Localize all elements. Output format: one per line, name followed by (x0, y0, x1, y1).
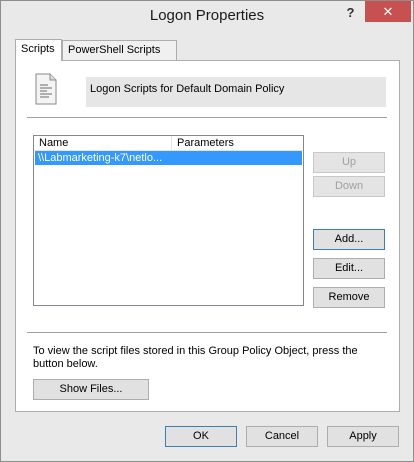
help-button[interactable]: ? (336, 2, 365, 24)
scripts-tab-panel: Logon Scripts for Default Domain Policy … (15, 60, 400, 412)
apply-button[interactable]: Apply (327, 426, 399, 447)
cancel-button[interactable]: Cancel (246, 426, 318, 447)
show-files-note: To view the script files stored in this … (33, 345, 358, 370)
ok-button[interactable]: OK (165, 426, 237, 447)
remove-button[interactable]: Remove (313, 287, 385, 308)
column-header-parameters[interactable]: Parameters (172, 136, 303, 150)
show-files-button[interactable]: Show Files... (33, 379, 149, 400)
up-button[interactable]: Up (313, 152, 385, 173)
row-name: \\Labmarketing-k7\netlo... (38, 152, 163, 164)
add-button[interactable]: Add... (313, 229, 385, 250)
logon-properties-dialog: Logon Properties ? ✕ Scripts PowerShell … (0, 0, 414, 462)
down-button[interactable]: Down (313, 176, 385, 197)
tab-scripts[interactable]: Scripts (15, 39, 62, 61)
list-header: Name Parameters (34, 136, 303, 151)
close-icon: ✕ (382, 4, 394, 19)
edit-button[interactable]: Edit... (313, 258, 385, 279)
close-button[interactable]: ✕ (365, 1, 411, 22)
scripts-list[interactable]: Name Parameters \\Labmarketing-k7\netlo.… (33, 135, 304, 306)
title-bar: Logon Properties ? ✕ (1, 1, 413, 32)
table-row[interactable]: \\Labmarketing-k7\netlo... (35, 151, 302, 165)
policy-header: Logon Scripts for Default Domain Policy (86, 77, 386, 107)
column-header-name[interactable]: Name (34, 136, 172, 150)
separator-bottom (27, 332, 387, 333)
script-file-icon (35, 73, 57, 105)
tab-powershell-scripts[interactable]: PowerShell Scripts (62, 40, 177, 60)
separator-top (27, 117, 387, 118)
